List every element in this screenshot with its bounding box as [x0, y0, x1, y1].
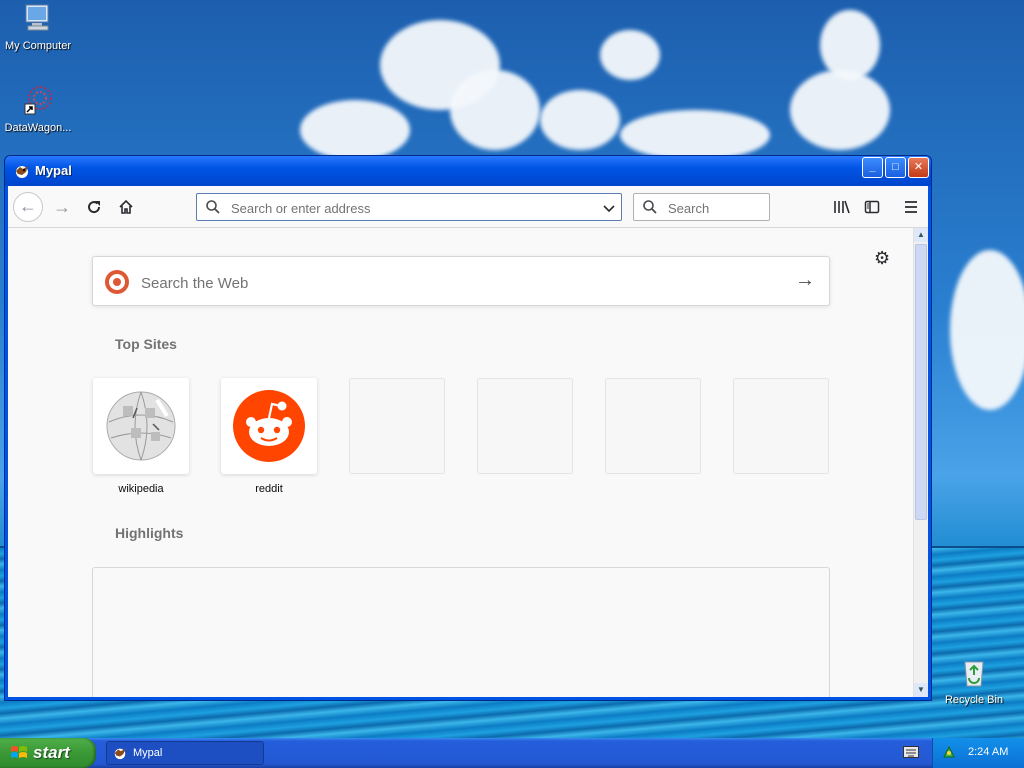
- mypal-app-icon: [114, 748, 126, 760]
- library-icon: [834, 200, 850, 214]
- desktop-icon-my-computer[interactable]: My Computer: [0, 2, 76, 52]
- maximize-button[interactable]: □: [885, 157, 906, 178]
- new-tab-page: ⚙ → Top Sites wikipedia: [8, 228, 914, 697]
- recycle-bin-icon: [964, 661, 984, 687]
- vertical-scrollbar[interactable]: ▲ ▼: [913, 228, 928, 697]
- highlights-heading: Highlights: [115, 525, 184, 541]
- datawagon-icon: [24, 86, 52, 115]
- web-search-input[interactable]: [139, 272, 763, 294]
- sidebar-icon: [864, 200, 880, 214]
- reddit-logo-icon: [233, 390, 305, 462]
- network-icon[interactable]: [942, 745, 956, 759]
- settings-gear-icon[interactable]: ⚙: [874, 248, 890, 269]
- url-input[interactable]: [229, 199, 593, 217]
- duckduckgo-icon: [105, 270, 129, 294]
- browser-client: ← → Search or enter address Search ⚙ Sea…: [8, 186, 928, 697]
- taskbar-button-mypal[interactable]: Mypal: [106, 741, 264, 765]
- nav-toolbar: ← →: [8, 186, 928, 228]
- desktop-icon-label: My Computer: [4, 40, 72, 52]
- window-title: Mypal: [35, 163, 72, 178]
- top-site-reddit[interactable]: [221, 378, 317, 474]
- top-site-label: reddit: [255, 483, 283, 495]
- top-sites-heading: Top Sites: [115, 336, 177, 352]
- scroll-up-arrow-icon[interactable]: ▲: [914, 228, 928, 242]
- top-site-empty[interactable]: [605, 378, 701, 474]
- wikipedia-logo-icon: [106, 391, 176, 461]
- minimize-button[interactable]: _: [862, 157, 883, 178]
- chevron-down-icon[interactable]: [603, 198, 615, 217]
- title-bar[interactable]: Mypal _ □ ✕: [5, 156, 931, 186]
- sidebar-button[interactable]: [860, 196, 884, 218]
- forward-button[interactable]: →: [50, 196, 74, 218]
- scroll-down-arrow-icon[interactable]: ▼: [914, 683, 928, 697]
- highlights-panel: [92, 567, 830, 697]
- menu-button[interactable]: [899, 196, 923, 218]
- forward-icon: →: [53, 197, 71, 217]
- start-label: start: [33, 743, 70, 762]
- library-button[interactable]: [830, 196, 854, 218]
- desktop-icon-recycle-bin[interactable]: Recycle Bin: [936, 656, 1012, 706]
- url-bar[interactable]: [196, 193, 622, 221]
- arrow-right-icon[interactable]: →: [795, 269, 815, 292]
- system-tray: 2:24 AM: [932, 738, 1024, 768]
- computer-icon: [25, 4, 49, 31]
- keyboard-icon[interactable]: [903, 746, 919, 758]
- taskbar: start Mypal 2:24 AM: [0, 738, 1024, 768]
- search-icon: [206, 200, 220, 214]
- top-site-label: wikipedia: [118, 483, 164, 495]
- desktop-icon-datawagon[interactable]: DataWagon...: [0, 84, 76, 134]
- home-icon: [119, 199, 133, 214]
- reload-icon: [88, 201, 101, 214]
- desktop-icon-label: DataWagon...: [4, 122, 72, 134]
- top-site-empty[interactable]: [733, 378, 829, 474]
- web-search-box[interactable]: →: [92, 256, 830, 306]
- top-site-wikipedia[interactable]: [93, 378, 189, 474]
- top-site-empty[interactable]: [477, 378, 573, 474]
- back-button[interactable]: ←: [13, 192, 43, 222]
- back-icon: ←: [19, 196, 37, 216]
- close-button[interactable]: ✕: [908, 157, 929, 178]
- search-input[interactable]: [666, 199, 768, 217]
- menu-icon: [905, 201, 917, 213]
- scrollbar-thumb[interactable]: [915, 244, 927, 520]
- top-site-empty[interactable]: [349, 378, 445, 474]
- home-button[interactable]: [114, 196, 138, 218]
- taskbar-button-label: Mypal: [133, 747, 163, 759]
- clock: 2:24 AM: [968, 746, 1009, 758]
- windows-flag-icon: [11, 746, 27, 758]
- mypal-app-icon: [16, 166, 28, 178]
- reload-button[interactable]: [82, 196, 106, 218]
- desktop-icon-label: Recycle Bin: [944, 694, 1004, 706]
- start-button[interactable]: start: [0, 738, 96, 768]
- search-icon: [643, 200, 657, 214]
- search-bar[interactable]: [633, 193, 770, 221]
- browser-window: Mypal _ □ ✕ ← → Search or enter address …: [4, 155, 932, 701]
